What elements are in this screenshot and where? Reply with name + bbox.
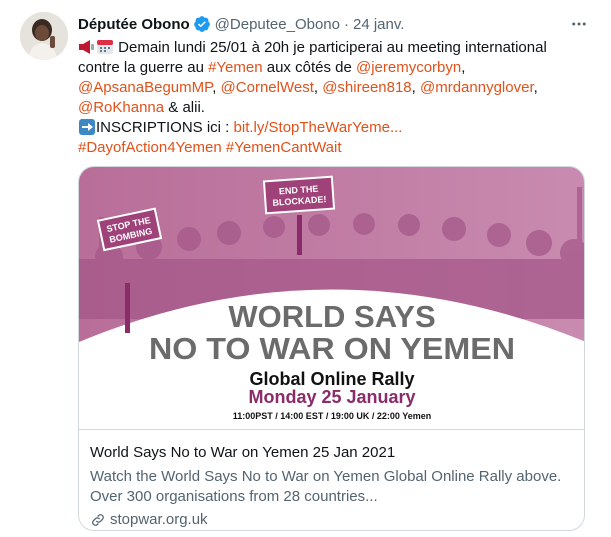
card-title: World Says No to War on Yemen 25 Jan 202… <box>90 444 396 461</box>
text-span: aux côtés de <box>262 59 356 76</box>
text-span: INSCRIPTIONS ici : <box>96 119 234 136</box>
mention-rokhanna[interactable]: @RoKhanna <box>78 99 164 116</box>
text-span: , <box>212 79 221 96</box>
tweet-line-1: Demain lundi 25/01 à 20h je participerai… <box>78 38 593 58</box>
text-span: , <box>461 59 466 76</box>
tweet[interactable]: Députée Obono @Deputee_Obono · 24 janv. … <box>0 0 611 537</box>
card-description-line-2: Over 300 organisations from 28 countries… <box>90 488 378 505</box>
hashtag-dayofaction4yemen[interactable]: #DayofAction4Yemen <box>78 139 222 156</box>
mention-mrdannyglover[interactable]: @mrdannyglover <box>420 79 534 96</box>
separator-dot: · <box>344 15 349 33</box>
image-headline-1: WORLD SAYS <box>228 299 435 334</box>
author-name[interactable]: Députée Obono <box>78 16 190 33</box>
tweet-date[interactable]: 24 janv. <box>353 16 404 33</box>
mention-jeremycorbyn[interactable]: @jeremycorbyn <box>356 59 461 76</box>
text-span: & alii. <box>164 99 205 116</box>
tweet-text-span: Demain lundi 25/01 à 20h je participerai… <box>114 39 547 56</box>
more-horizontal-icon[interactable] <box>564 14 594 34</box>
card-image[interactable]: STOP THE BOMBING END THE BLOCKADE! WORLD… <box>79 167 585 429</box>
tweet-line-4: @RoKhanna & alii. <box>78 98 593 118</box>
mention-cornelwest[interactable]: @CornelWest <box>221 79 314 96</box>
tweet-line-5: INSCRIPTIONS ici : bit.ly/StopTheWarYeme… <box>78 118 593 138</box>
image-headline-2: NO TO WAR ON YEMEN <box>149 331 515 366</box>
tweet-line-6: #DayofAction4Yemen #YemenCantWait <box>78 138 593 158</box>
image-times: 11:00PST / 14:00 EST / 19:00 UK / 22:00 … <box>233 411 431 421</box>
mention-apsanabegummp[interactable]: @ApsanaBegumMP <box>78 79 212 96</box>
image-subhead: Global Online Rally <box>249 369 414 389</box>
signup-link[interactable]: bit.ly/StopTheWarYeme... <box>234 119 403 136</box>
avatar-portrait <box>20 12 68 60</box>
link-icon <box>92 513 104 526</box>
hashtag-yemencantwait[interactable]: #YemenCantWait <box>226 139 342 156</box>
hashtag-yemen[interactable]: #Yemen <box>208 59 263 76</box>
card-domain-text: stopwar.org.uk <box>110 511 208 528</box>
link-card[interactable]: STOP THE BOMBING END THE BLOCKADE! WORLD… <box>78 166 585 531</box>
tweet-header: Députée Obono @Deputee_Obono · 24 janv. <box>78 13 404 35</box>
verified-badge-icon <box>193 15 211 33</box>
text-span: , <box>313 79 323 96</box>
tweet-line-3: @ApsanaBegumMP, @CornelWest, @shireen818… <box>78 78 593 98</box>
card-body[interactable]: World Says No to War on Yemen 25 Jan 202… <box>79 429 584 530</box>
card-description-line-1: Watch the World Says No to War on Yemen … <box>90 468 562 485</box>
card-description: Watch the World Says No to War on Yemen … <box>90 467 575 507</box>
mention-shireen818[interactable]: @shireen818 <box>322 79 411 96</box>
tweet-text: Demain lundi 25/01 à 20h je participerai… <box>78 38 593 158</box>
text-span: , <box>411 79 420 96</box>
author-handle[interactable]: @Deputee_Obono <box>215 16 340 33</box>
avatar[interactable] <box>20 12 68 60</box>
card-domain: stopwar.org.uk <box>90 511 208 528</box>
text-span: contre la guerre au <box>78 59 209 76</box>
tweet-line-2: contre la guerre au #Yemen aux côtés de … <box>78 58 593 78</box>
image-date-line: Monday 25 January <box>248 387 415 407</box>
text-span: , <box>533 79 538 96</box>
